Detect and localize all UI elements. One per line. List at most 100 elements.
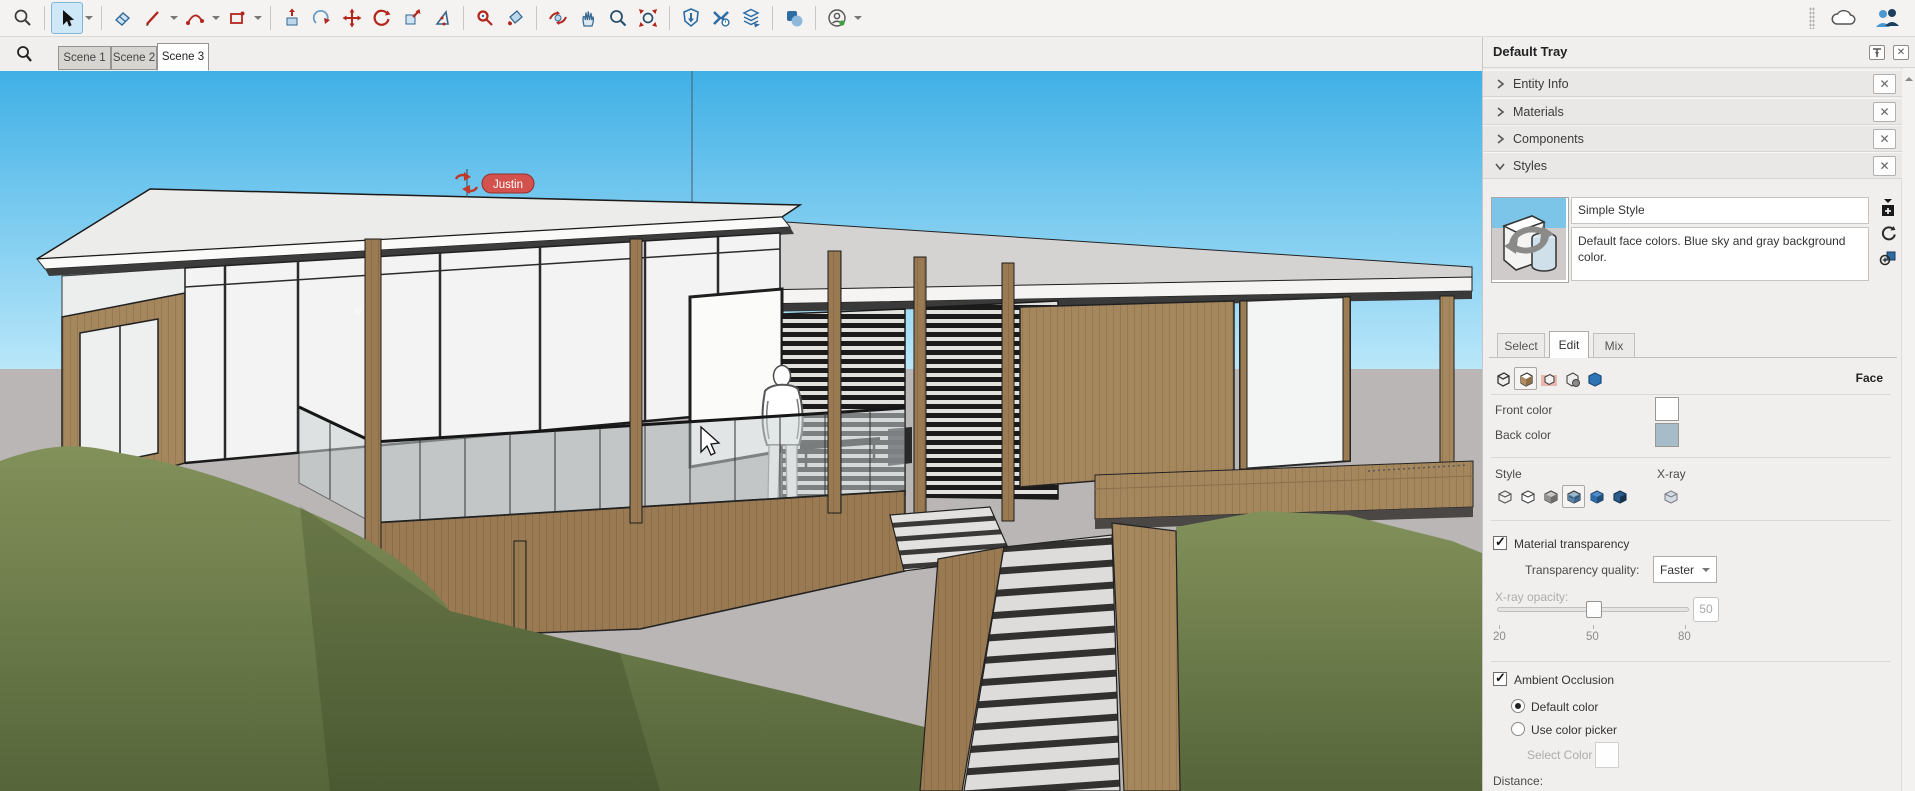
arcs-tool-button[interactable]: [180, 3, 210, 33]
use-color-picker-radio[interactable]: [1511, 722, 1525, 736]
face-style-textured-button[interactable]: [1585, 485, 1608, 508]
refresh-icon: [1881, 226, 1896, 241]
material-transparency-checkbox[interactable]: [1493, 534, 1507, 550]
select-tool-button[interactable]: [51, 2, 83, 34]
front-color-label: Front color: [1495, 403, 1553, 417]
scroll-up-arrow[interactable]: [1905, 73, 1913, 81]
divider: [1491, 520, 1891, 521]
tab-select[interactable]: Select: [1497, 333, 1545, 358]
material-transparency-label: Material transparency: [1514, 537, 1630, 551]
style-description-box[interactable]: Default face colors. Blue sky and gray b…: [1571, 227, 1869, 281]
push-pull-tool-button[interactable]: [277, 3, 307, 33]
ambient-occlusion-checkbox[interactable]: [1493, 670, 1507, 686]
section-label: Styles: [1513, 159, 1548, 173]
rectangle-tool-dropdown[interactable]: [252, 5, 264, 31]
section-entity-info[interactable]: Entity Info ✕: [1483, 70, 1902, 97]
shapes-button[interactable]: [779, 3, 809, 33]
watermark-settings-button[interactable]: [1560, 367, 1583, 390]
rectangle-tool-button[interactable]: [222, 3, 252, 33]
face-settings-button[interactable]: [1514, 367, 1537, 390]
create-style-button[interactable]: [1880, 199, 1896, 220]
cloud-icon[interactable]: [1829, 7, 1859, 29]
selection-marker: [352, 305, 364, 317]
section-close-button[interactable]: ✕: [1873, 129, 1896, 149]
line-tool-button[interactable]: [138, 3, 168, 33]
follow-me-icon: [312, 9, 330, 24]
zoom-extents-tool-button[interactable]: [633, 3, 663, 33]
section-close-button[interactable]: ✕: [1873, 102, 1896, 122]
face-style-wireframe-button[interactable]: [1493, 485, 1516, 508]
paint-bucket-tool-button[interactable]: [500, 3, 530, 33]
select-tool-dropdown[interactable]: [83, 5, 95, 31]
style-thumbnail-image: [1492, 198, 1566, 280]
account-dropdown[interactable]: [852, 5, 864, 31]
stair-stringer-right: [1111, 522, 1181, 791]
orbit-tool-button[interactable]: [543, 3, 573, 33]
rotate-tool-button[interactable]: [367, 3, 397, 33]
modeling-settings-button[interactable]: [1583, 367, 1606, 390]
style-thumbnail[interactable]: [1491, 197, 1569, 283]
orbit-icon: [549, 11, 567, 25]
select-color-swatch[interactable]: [1595, 742, 1619, 768]
layer-stack-extension-button[interactable]: [736, 3, 766, 33]
toolbar-grip-handle[interactable]: [1809, 7, 1815, 29]
monochrome-cube-icon: [1612, 489, 1627, 504]
pan-tool-button[interactable]: [573, 3, 603, 33]
chevron-down-icon: [1495, 163, 1505, 171]
section-components[interactable]: Components ✕: [1483, 125, 1902, 152]
update-style-button[interactable]: [1880, 225, 1897, 245]
background-settings-button[interactable]: [1537, 367, 1560, 390]
account-button[interactable]: [822, 3, 852, 33]
default-color-radio[interactable]: [1511, 699, 1525, 713]
people-icon[interactable]: [1873, 7, 1901, 29]
back-color-swatch[interactable]: [1655, 423, 1679, 447]
style-name-input[interactable]: Simple Style: [1571, 197, 1869, 224]
viewport-search-icon[interactable]: [16, 45, 34, 65]
scale-tool-button[interactable]: [397, 3, 427, 33]
face-style-shaded-textures-button[interactable]: [1562, 485, 1585, 508]
style-options-button[interactable]: [1879, 249, 1897, 270]
section-materials[interactable]: Materials ✕: [1483, 98, 1902, 125]
tray-pin-button[interactable]: [1869, 45, 1885, 60]
search-tool-button[interactable]: [8, 3, 38, 33]
tray-scrollbar[interactable]: [1901, 68, 1915, 791]
offset-tool-button[interactable]: [427, 3, 457, 33]
tab-mix[interactable]: Mix: [1593, 333, 1635, 358]
xray-toggle-button[interactable]: [1659, 485, 1682, 508]
tab-edit[interactable]: Edit: [1549, 331, 1589, 358]
tab-scene-1[interactable]: Scene 1: [58, 46, 111, 70]
xray-cube-icon: [1663, 489, 1678, 504]
zoom-tool-button[interactable]: [603, 3, 633, 33]
eraser-tool-button[interactable]: [108, 3, 138, 33]
default-tray: Default Tray ✕ Entity Info ✕ Materials ✕…: [1482, 37, 1915, 791]
arcs-tool-dropdown[interactable]: [210, 5, 222, 31]
tray-close-button[interactable]: ✕: [1893, 45, 1909, 60]
model-scene: Justin: [0, 71, 1482, 791]
section-close-button[interactable]: ✕: [1873, 74, 1896, 94]
face-style-monochrome-button[interactable]: [1608, 485, 1631, 508]
connect-shield-extension-button[interactable]: [676, 3, 706, 33]
front-color-swatch[interactable]: [1655, 397, 1679, 421]
face-style-shaded-button[interactable]: [1539, 485, 1562, 508]
section-styles[interactable]: Styles ✕: [1483, 152, 1902, 179]
xray-label: X-ray: [1657, 467, 1686, 481]
rectangle-icon: [230, 11, 245, 24]
edge-settings-button[interactable]: [1491, 367, 1514, 390]
pencil-icon: [146, 11, 159, 26]
transparency-quality-dropdown[interactable]: Faster: [1653, 556, 1717, 583]
move-tool-button[interactable]: [337, 3, 367, 33]
line-tool-dropdown[interactable]: [168, 5, 180, 31]
solid-tools-extension-button[interactable]: [706, 3, 736, 33]
tape-measure-tool-button[interactable]: [470, 3, 500, 33]
model-viewport[interactable]: Justin: [0, 71, 1482, 791]
face-style-hidden-line-button[interactable]: [1516, 485, 1539, 508]
tab-scene-3[interactable]: Scene 3: [157, 43, 209, 71]
tab-scene-2[interactable]: Scene 2: [111, 46, 157, 70]
xray-opacity-slider-handle[interactable]: [1586, 601, 1602, 618]
textured-cube-icon: [1589, 489, 1604, 504]
xray-opacity-value-box[interactable]: 50: [1693, 597, 1719, 622]
tape-measure-icon: [477, 10, 493, 26]
follow-me-tool-button[interactable]: [307, 3, 337, 33]
chevron-right-icon: [1497, 79, 1505, 89]
section-close-button[interactable]: ✕: [1873, 156, 1896, 176]
